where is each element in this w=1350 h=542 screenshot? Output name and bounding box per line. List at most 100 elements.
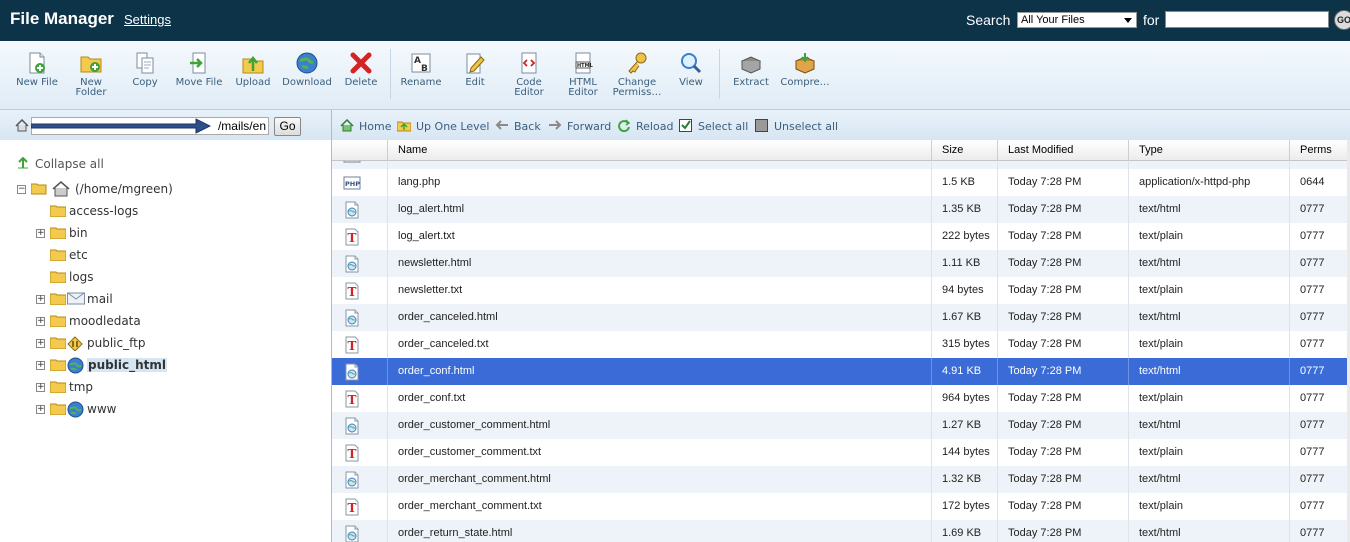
table-row[interactable]: Tnewsletter.txt 94 bytes Today 7:28 PM text…	[332, 277, 1347, 304]
file-name[interactable]: log_alert.html	[387, 196, 941, 223]
expand-toggle-icon[interactable]: +	[36, 361, 45, 370]
file-name[interactable]: lang.php	[387, 169, 941, 196]
table-row[interactable]: order_return_state.html 1.69 KB Today 7:28…	[332, 520, 1347, 542]
expand-toggle-icon[interactable]: +	[36, 383, 45, 392]
extract-button[interactable]: Extract	[724, 51, 778, 88]
expand-toggle-icon[interactable]: +	[36, 295, 45, 304]
folder-icon	[50, 205, 66, 217]
tree-item-public-ftp[interactable]: + public_ftp	[36, 335, 316, 353]
table-row[interactable]: order_merchant_comment.html 1.32 KB Today …	[332, 466, 1347, 493]
table-row[interactable]: newsletter.html 1.11 KB Today 7:28 PM text/…	[332, 250, 1347, 277]
file-name[interactable]: order_merchant_comment.txt	[387, 493, 941, 520]
tree-item-moodledata[interactable]: + moodledata	[36, 313, 316, 331]
collapse-toggle-icon[interactable]: −	[17, 185, 26, 194]
search-input[interactable]	[1165, 11, 1329, 28]
file-icon-cell	[332, 304, 387, 331]
select-all-button[interactable]: Select all	[679, 119, 748, 133]
php-file-icon: PHP	[343, 176, 361, 190]
tree-item-logs[interactable]: logs	[36, 269, 316, 287]
table-row[interactable]: Torder_customer_comment.txt 144 bytes Toda…	[332, 439, 1347, 466]
file-name[interactable]: order_merchant_comment.html	[387, 466, 941, 493]
delete-button[interactable]: Delete	[334, 51, 388, 88]
expand-toggle-icon[interactable]: +	[36, 317, 45, 326]
table-row[interactable]: Tlog_alert.txt 222 bytes Today 7:28 PM text…	[332, 223, 1347, 250]
file-icon-cell	[332, 250, 387, 277]
column-header-perms[interactable]: Perms	[1289, 140, 1347, 161]
delete-label: Delete	[344, 77, 378, 88]
file-name[interactable]: order_customer_comment.txt	[387, 439, 941, 466]
search-go-button[interactable]: GO	[1334, 10, 1350, 30]
table-row[interactable]: log_alert.html 1.35 KB Today 7:28 PM text/h…	[332, 196, 1347, 223]
settings-link[interactable]: Settings	[124, 12, 171, 27]
table-row[interactable]: order_conf.html 4.91 KB Today 7:28 PM text/…	[332, 358, 1347, 385]
file-name[interactable]: index.php	[387, 161, 941, 169]
file-name[interactable]: log_alert.txt	[387, 223, 941, 250]
tree-item-label: public_html	[87, 358, 167, 372]
folder-icon	[50, 249, 66, 261]
mail-icon	[67, 292, 85, 305]
new-file-label: New File	[16, 77, 58, 88]
home-nav-button[interactable]: Home	[340, 119, 391, 133]
column-header-last-modified[interactable]: Last Modified	[997, 140, 1128, 161]
home-icon[interactable]	[15, 119, 29, 132]
rename-button[interactable]: A B Rename	[394, 51, 448, 88]
table-row[interactable]: PHP lang.php 1.5 KB Today 7:28 PM applicatio…	[332, 169, 1347, 196]
file-name[interactable]: order_canceled.txt	[387, 331, 941, 358]
tree-item-label: mail	[87, 292, 113, 306]
file-icon-cell	[332, 466, 387, 493]
tree-item-public-html[interactable]: + public_html	[36, 357, 316, 375]
column-header-type[interactable]: Type	[1128, 140, 1289, 161]
upload-button[interactable]: Upload	[226, 51, 280, 88]
folder-icon	[50, 271, 66, 283]
tree-item-mail[interactable]: + mail	[36, 291, 316, 309]
file-name[interactable]: order_canceled.html	[387, 304, 941, 331]
change-permissions-button[interactable]: Change Permiss…	[610, 51, 664, 98]
table-row[interactable]: Torder_merchant_comment.txt 172 bytes Toda…	[332, 493, 1347, 520]
forward-button[interactable]: Forward	[548, 119, 611, 133]
file-name[interactable]: newsletter.html	[387, 250, 941, 277]
toolbar-separator	[390, 49, 391, 99]
copy-button[interactable]: Copy	[118, 51, 172, 88]
back-button[interactable]: Back	[495, 119, 541, 133]
file-name[interactable]: order_conf.html	[387, 358, 941, 385]
compress-button[interactable]: Compre…	[778, 51, 832, 88]
tree-item-tmp[interactable]: + tmp	[36, 379, 316, 397]
text-file-icon: T	[345, 228, 359, 246]
unselect-all-button[interactable]: Unselect all	[755, 119, 838, 133]
expand-toggle-icon[interactable]: +	[36, 229, 45, 238]
column-header-name[interactable]: Name	[387, 140, 941, 161]
file-name[interactable]: order_customer_comment.html	[387, 412, 941, 439]
file-name[interactable]: order_conf.txt	[387, 385, 941, 412]
tree-root[interactable]: − (/home/mgreen)	[17, 181, 317, 199]
file-name[interactable]: newsletter.txt	[387, 277, 941, 304]
file-type: application/x-httpd-php	[1128, 161, 1289, 169]
tree-item-access-logs[interactable]: access-logs	[36, 203, 316, 221]
new-file-button[interactable]: New File	[10, 51, 64, 88]
download-button[interactable]: Download	[280, 51, 334, 88]
edit-button[interactable]: Edit	[448, 51, 502, 88]
file-name[interactable]: order_return_state.html	[387, 520, 941, 542]
new-folder-button[interactable]: New Folder	[64, 51, 118, 98]
search-scope-select[interactable]: All Your Files	[1017, 12, 1137, 28]
view-button[interactable]: View	[664, 51, 718, 88]
path-go-button[interactable]: Go	[274, 117, 301, 136]
table-row[interactable]: order_canceled.html 1.67 KB Today 7:28 PM t…	[332, 304, 1347, 331]
reload-button[interactable]: Reload	[617, 119, 673, 133]
code-editor-button[interactable]: Code Editor	[502, 51, 556, 98]
table-row[interactable]: Torder_canceled.txt 315 bytes Today 7:28 P…	[332, 331, 1347, 358]
file-size: 1.69 KB	[931, 520, 997, 542]
up-one-level-button[interactable]: Up One Level	[397, 119, 489, 133]
tree-item-etc[interactable]: etc	[36, 247, 316, 265]
collapse-all-link[interactable]: Collapse all	[17, 157, 104, 171]
table-row[interactable]: Torder_conf.txt 964 bytes Today 7:28 PM tex…	[332, 385, 1347, 412]
column-header-size[interactable]: Size	[931, 140, 997, 161]
tree-item-www[interactable]: + www	[36, 401, 316, 419]
folder-icon	[50, 315, 66, 327]
table-row[interactable]: PHP index.php1.23 KBMar 9, 2012 11:19 AMa…	[332, 161, 1347, 169]
html-editor-button[interactable]: HTML HTML Editor	[556, 51, 610, 98]
move-file-button[interactable]: Move File	[172, 51, 226, 88]
table-row[interactable]: order_customer_comment.html 1.27 KB Today …	[332, 412, 1347, 439]
tree-item-bin[interactable]: + bin	[36, 225, 316, 243]
expand-toggle-icon[interactable]: +	[36, 405, 45, 414]
expand-toggle-icon[interactable]: +	[36, 339, 45, 348]
